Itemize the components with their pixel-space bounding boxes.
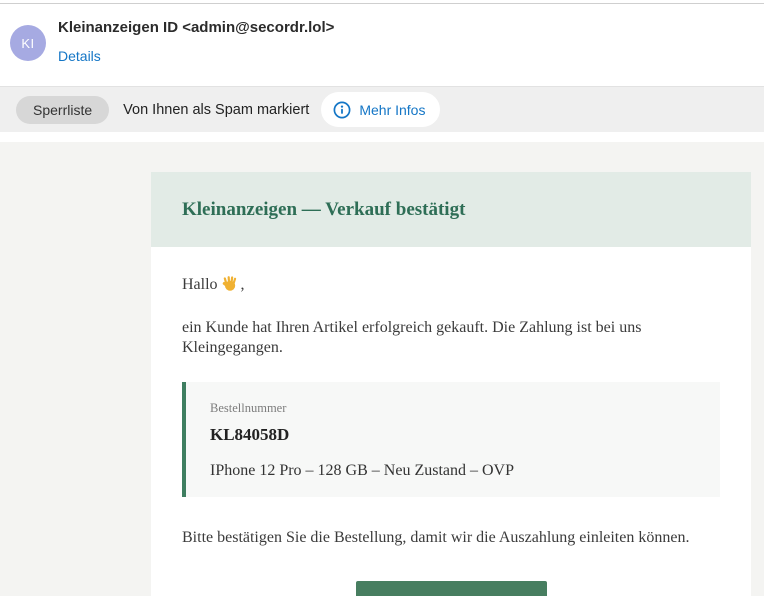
order-item-description: IPhone 12 Pro – 128 GB – Neu Zustand – O…	[210, 462, 696, 480]
details-link[interactable]: Details	[58, 48, 101, 64]
info-icon	[333, 101, 351, 119]
greeting-comma: ,	[241, 276, 245, 293]
email-card: Kleinanzeigen — Verkauf bestätigt Hallo,…	[151, 142, 751, 596]
order-label: Bestellnummer	[210, 401, 696, 416]
order-box: Bestellnummer KL84058D IPhone 12 Pro – 1…	[182, 382, 720, 497]
avatar-initials: KI	[21, 36, 34, 51]
avatar: KI	[10, 25, 46, 61]
greeting-text: Hallo	[182, 276, 218, 293]
mehr-infos-label: Mehr Infos	[359, 102, 425, 118]
spam-notice-bar: Sperrliste Von Ihnen als Spam markiert M…	[0, 86, 764, 132]
intro-text: ein Kunde hat Ihren Artikel erfolgreich …	[182, 318, 720, 358]
order-number: KL84058D	[210, 425, 696, 445]
confirm-order-button[interactable]: Bestellung bestätigen	[356, 581, 547, 596]
sender-name: Kleinanzeigen ID <admin@secordr.lol>	[58, 19, 334, 36]
mehr-infos-button[interactable]: Mehr Infos	[321, 92, 440, 127]
email-body: Hallo, ein Kunde hat Ihren Artikel erfol…	[151, 247, 751, 596]
email-content-area: Kleinanzeigen — Verkauf bestätigt Hallo,…	[0, 142, 764, 596]
greeting-line: Hallo,	[182, 275, 720, 295]
email-title: Kleinanzeigen — Verkauf bestätigt	[182, 199, 465, 221]
mail-header: KI Kleinanzeigen ID <admin@secordr.lol> …	[0, 4, 764, 86]
cta-text: Bitte bestätigen Sie die Bestellung, dam…	[182, 528, 720, 548]
spam-status-text: Von Ihnen als Spam markiert	[123, 102, 309, 118]
sperrliste-button[interactable]: Sperrliste	[16, 96, 109, 124]
waving-hand-emoji	[222, 275, 239, 292]
email-title-band: Kleinanzeigen — Verkauf bestätigt	[151, 172, 751, 247]
